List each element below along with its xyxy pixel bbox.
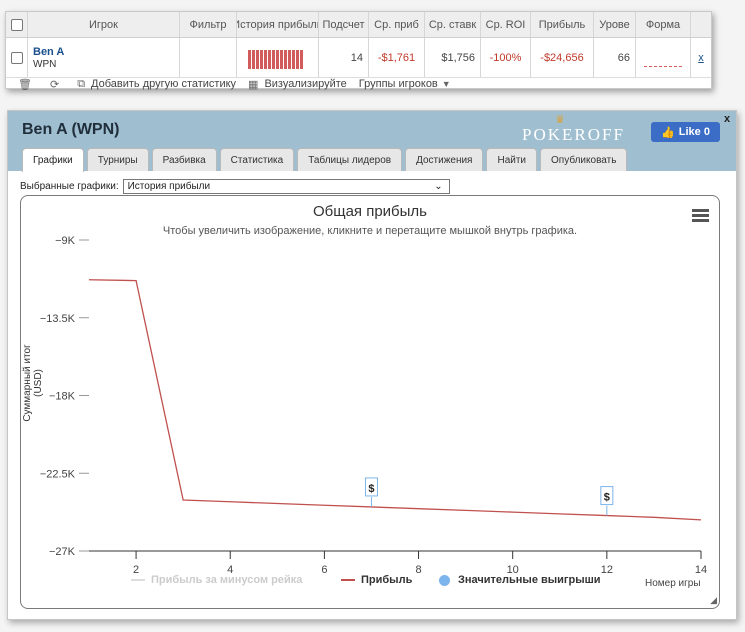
header-avg-roi[interactable]: Ср. ROI (481, 12, 531, 37)
trash-icon[interactable]: 🗑 (18, 78, 38, 91)
player-network: WPN (33, 58, 57, 70)
player-window-title: Ben A (WPN) (22, 121, 120, 138)
chart-menu-icon[interactable] (692, 209, 709, 222)
brand-logo: POKEROFF (522, 125, 625, 144)
add-window-icon: ⧉ (77, 77, 86, 90)
y-axis-label: Суммарный итог (USD) (22, 344, 44, 422)
y-tick-label: −27K (49, 546, 76, 558)
player-name-link[interactable]: Ben A (33, 46, 64, 58)
header-profit[interactable]: Прибыль (531, 12, 594, 37)
image-icon: ▦ (248, 78, 259, 91)
header-profit-history[interactable]: История прибыли (237, 12, 319, 37)
stats-table-panel: Игрок Фильтр История прибыли Подсчет Ср.… (5, 11, 712, 91)
legend-big-wins-swatch (439, 574, 450, 586)
thumbs-up-icon: 👍 (661, 126, 675, 139)
selected-charts-value: История прибыли (127, 181, 211, 192)
select-all-checkbox[interactable] (10, 18, 23, 31)
tab-leaderboards[interactable]: Таблицы лидеров (297, 148, 403, 171)
player-groups-dropdown[interactable]: Группы игроков ▼ (359, 78, 451, 90)
avg-profit-cell: -$1,761 (369, 38, 425, 77)
tab-publish[interactable]: Опубликовать (540, 148, 628, 171)
selected-charts-row: Выбранные графики: История прибыли ⌄ (20, 179, 450, 194)
header-form[interactable]: Форма (636, 12, 691, 37)
legend-rake-label: Прибыль за минусом рейка (151, 574, 303, 586)
form-cell (636, 38, 691, 77)
chart-title: Общая прибыль (312, 203, 428, 220)
player-tabs: Графики Турниры Разбивка Статистика Табл… (22, 148, 628, 172)
resize-grip-icon[interactable]: ◢ (710, 595, 717, 606)
remove-player-link[interactable]: x (698, 52, 704, 64)
y-tick-label: −22.5K (40, 468, 76, 480)
add-stats-button[interactable]: ⧉ Добавить другую статистику (77, 78, 236, 91)
visualize-button[interactable]: ▦ Визуализируйте (248, 78, 347, 91)
select-all-checkbox-cell[interactable] (6, 12, 28, 37)
header-player[interactable]: Игрок (28, 12, 180, 37)
legend-rake-swatch (131, 579, 145, 581)
x-axis-label: Номер игры (645, 578, 701, 589)
tab-find[interactable]: Найти (486, 148, 538, 171)
player-groups-label: Группы игроков (358, 78, 438, 90)
player-window-header: Ben A (WPN) ♛ POKEROFF 👍 Like 0 x Графики… (8, 111, 736, 172)
row-checkbox[interactable] (10, 51, 23, 64)
y-tick-label: −18K (49, 391, 76, 403)
header-level[interactable]: Урове (594, 12, 636, 37)
selected-charts-label: Выбранные графики: (20, 181, 119, 192)
like-label: Like 0 (678, 126, 710, 138)
chevron-down-icon: ⌄ (434, 181, 443, 192)
tab-charts[interactable]: Графики (22, 148, 84, 172)
chart-canvas[interactable]: −9K−13.5K−18K−22.5K−27K2 4 6 8 10 12 14$$ (21, 196, 719, 608)
remove-cell: x (691, 38, 711, 77)
refresh-icon[interactable]: ⟳ (50, 78, 65, 91)
player-cell: Ben A WPN (28, 38, 180, 77)
y-tick-label: −13.5K (40, 313, 76, 325)
header-avg-profit[interactable]: Ср. приб (369, 12, 425, 37)
level-cell: 66 (594, 38, 636, 77)
header-filter[interactable]: Фильтр (180, 12, 237, 37)
profit-history-cell (237, 38, 319, 77)
legend-item-profit[interactable]: Прибыль (341, 574, 412, 586)
stats-table-header: Игрок Фильтр История прибыли Подсчет Ср.… (6, 12, 711, 38)
facebook-like-button[interactable]: 👍 Like 0 (651, 122, 720, 142)
table-row: Ben A WPN 14 -$1,761 $1,756 -100% -$24,6… (6, 38, 711, 78)
tab-statistics[interactable]: Статистика (219, 148, 295, 171)
legend-item-rake[interactable]: Прибыль за минусом рейка (131, 574, 302, 586)
legend-profit-label: Прибыль (361, 574, 413, 586)
selected-charts-select[interactable]: История прибыли ⌄ (122, 179, 450, 194)
avg-stake-cell: $1,756 (425, 38, 481, 77)
add-stats-label: Добавить другую статистику (91, 78, 237, 90)
avg-roi-cell: -100% (481, 38, 531, 77)
legend-item-big-wins[interactable]: Значительные выигрыши (439, 574, 601, 586)
profit-series-line (88, 279, 702, 521)
visualize-label: Визуализируйте (264, 78, 347, 90)
player-window: Ben A (WPN) ♛ POKEROFF 👍 Like 0 x Графики… (7, 110, 737, 620)
legend-big-wins-label: Значительные выигрыши (458, 574, 601, 586)
profit-chart[interactable]: −9K −13.5K −18K −22.5K −27K 2 4 6 8 10 12 14 $ $ Обща… (20, 195, 720, 609)
header-avg-stake[interactable]: Ср. ставк (425, 12, 481, 37)
stats-table-footer: 🗑 ⟳ ⧉ Добавить другую статистику ▦ Визуали… (6, 78, 711, 91)
legend-profit-swatch (341, 579, 355, 581)
header-remove (691, 12, 711, 37)
tab-tournaments[interactable]: Турниры (86, 148, 149, 171)
profit-cell: -$24,656 (531, 38, 594, 77)
big-win-flag-label: $ (604, 492, 610, 504)
tab-breakdown[interactable]: Разбивка (151, 148, 217, 171)
profit-history-sparkline (247, 47, 308, 69)
filter-cell[interactable] (180, 38, 237, 77)
header-count[interactable]: Подсчет (319, 12, 369, 37)
big-win-flag-label: $ (368, 483, 374, 495)
chart-subtitle: Чтобы увеличить изображение, кликните и … (162, 225, 578, 237)
close-window-button[interactable]: x (724, 113, 730, 125)
chevron-down-icon: ▼ (441, 79, 451, 89)
count-cell: 14 (319, 38, 369, 77)
tab-achievements[interactable]: Достижения (405, 148, 484, 171)
chart-legend: Прибыль за минусом рейка Прибыль Значите… (21, 574, 719, 590)
form-sparkline (644, 57, 682, 67)
row-checkbox-cell[interactable] (6, 38, 28, 77)
